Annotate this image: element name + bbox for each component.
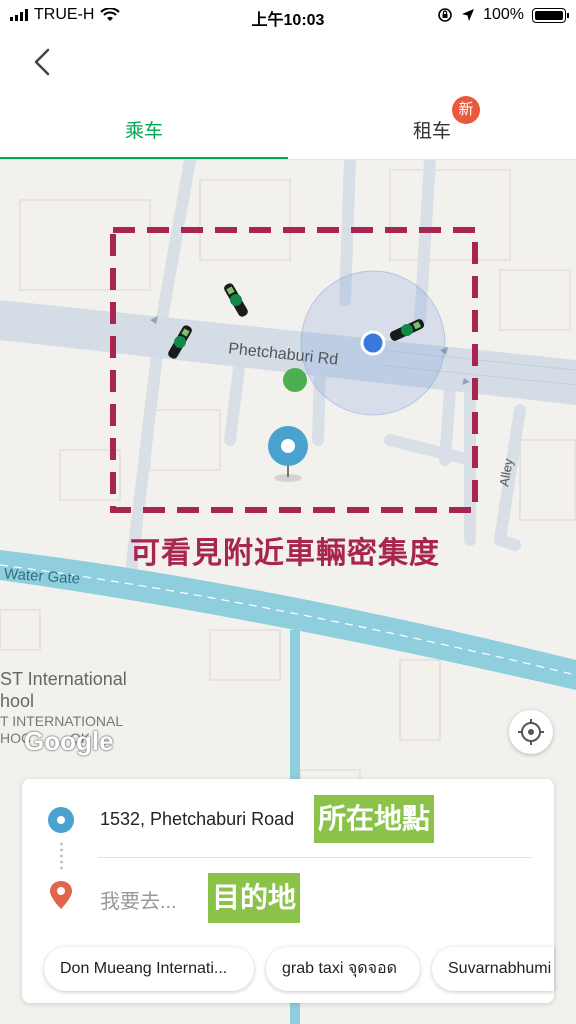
destination-input[interactable]: 我要去...	[100, 885, 177, 914]
google-logo: Google	[24, 726, 114, 756]
shortcut-chip-don-mueang[interactable]: Don Mueang Internati...	[44, 947, 254, 991]
school-label-line-1: ST International	[0, 669, 127, 689]
pickup-annotation: 所在地點	[314, 795, 435, 843]
shortcut-chip-suvarnabhumi[interactable]: Suvarnabhumi	[432, 947, 554, 991]
back-button[interactable]	[24, 42, 64, 82]
field-divider	[98, 857, 532, 858]
battery-icon	[532, 7, 569, 23]
header: 乘车 租车 新	[0, 30, 576, 160]
new-badge: 新	[452, 96, 480, 124]
destination-annotation: 目的地	[208, 873, 301, 923]
chevron-left-icon	[34, 48, 50, 76]
school-label-line-2: hool	[0, 691, 35, 711]
pickup-address[interactable]: 1532, Phetchaburi Road	[100, 809, 294, 830]
route-dots	[60, 841, 63, 873]
density-annotation: 可看見附近車輛密集度	[130, 537, 440, 570]
tab-ride[interactable]: 乘车	[0, 116, 288, 143]
header-divider	[0, 159, 576, 160]
destination-pin-icon	[50, 881, 72, 909]
crosshair-icon	[518, 719, 544, 745]
locate-me-button[interactable]	[509, 710, 553, 754]
booking-panel: 1532, Phetchaburi Road 所在地點 我要去... 目的地 D…	[22, 779, 554, 1003]
school-label: ST International hool	[0, 668, 127, 712]
location-arrow-icon	[462, 9, 475, 21]
tab-rent[interactable]: 租车	[288, 116, 576, 143]
status-bar: TRUE-H 上午10:03 100%	[0, 0, 576, 30]
shortcut-chip-grab-taxi[interactable]: grab taxi จุดจอด	[266, 947, 420, 991]
battery-percent: 100%	[483, 6, 524, 23]
pickup-location-icon	[48, 807, 74, 833]
rotation-lock-icon	[438, 8, 452, 22]
